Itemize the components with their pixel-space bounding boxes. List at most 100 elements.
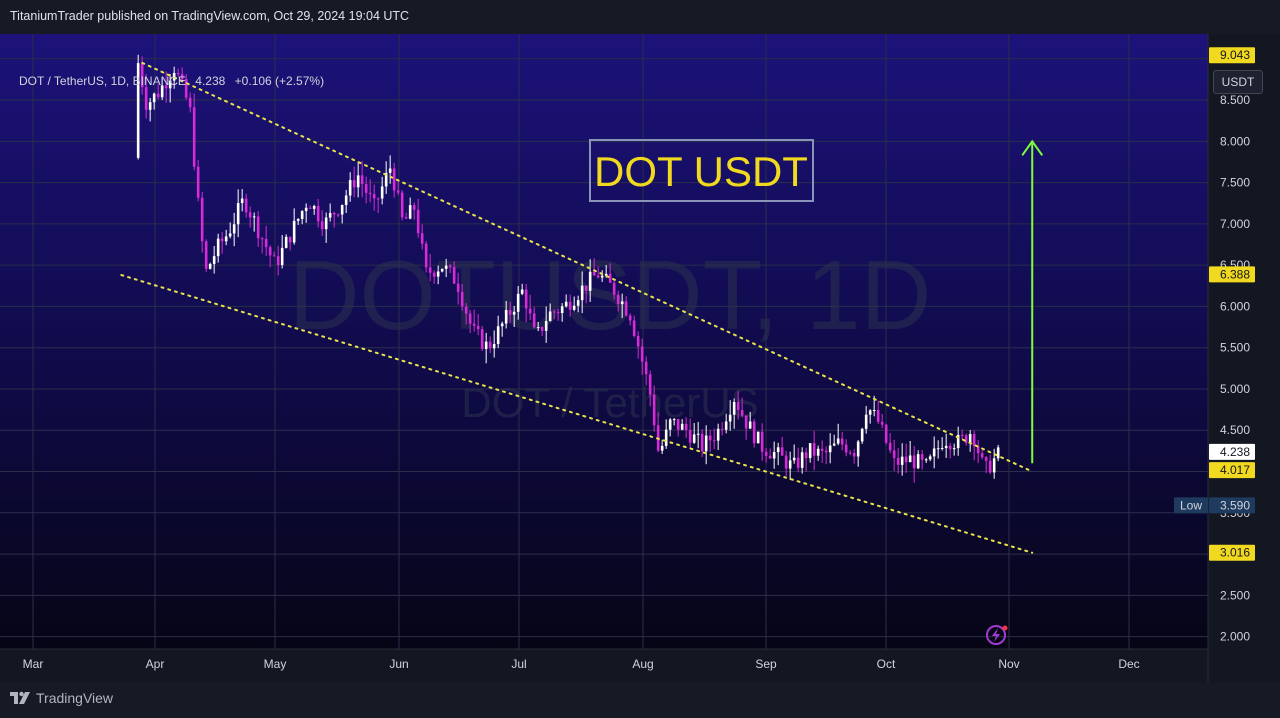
candle-body	[360, 175, 364, 185]
candle-body	[460, 291, 464, 307]
candle-body	[508, 310, 512, 315]
candle-body	[928, 456, 932, 460]
price-label-text: 4.017	[1220, 463, 1250, 477]
candle-body	[740, 410, 744, 416]
candle-body	[984, 457, 988, 461]
candle-body	[732, 401, 736, 415]
candle-body	[640, 346, 644, 362]
candle-body	[456, 283, 460, 292]
price-label-text: 4.238	[1220, 445, 1250, 459]
chart-area[interactable]: DOTUSDT, 1D DOT / TetherUS DOT USDT Mar Ap…	[0, 34, 1280, 682]
symbol-legend: DOT / TetherUS, 1D, BINANCE 4.238 +0.106…	[19, 74, 330, 88]
candle-body	[920, 454, 924, 460]
candle-body	[916, 454, 920, 469]
candle-body	[224, 236, 228, 242]
candle-body	[884, 424, 888, 443]
candle-body	[960, 434, 964, 436]
candle-body	[412, 205, 416, 210]
candle-body	[316, 205, 320, 222]
candle-body	[260, 238, 264, 240]
candle-body	[336, 214, 340, 216]
candle-body	[948, 445, 952, 450]
publisher-line: TitaniumTrader published on TradingView.…	[10, 9, 410, 23]
candle-body	[600, 275, 604, 278]
candle-body	[788, 460, 792, 469]
candle-body	[452, 267, 456, 284]
candle-body	[684, 423, 688, 431]
candle-body	[556, 312, 560, 314]
candle-body	[940, 448, 944, 450]
candle-body	[756, 431, 760, 444]
candle-body	[564, 301, 568, 307]
candle-body	[220, 238, 224, 242]
candle-body	[488, 341, 492, 349]
candle-body	[716, 428, 720, 441]
candle-body	[888, 442, 892, 451]
candle-body	[644, 361, 648, 375]
candle-body	[972, 434, 976, 447]
candle-body	[908, 455, 912, 463]
candle-body	[492, 344, 496, 349]
candle-body	[528, 308, 532, 314]
candle-body	[272, 255, 276, 257]
candle-body	[200, 197, 204, 242]
candle-body	[744, 415, 748, 429]
candle-body	[148, 102, 152, 110]
candle-body	[676, 419, 680, 430]
candle-body	[820, 448, 824, 451]
candle-body	[196, 166, 200, 198]
candle-body	[992, 458, 996, 473]
candle-body	[856, 441, 860, 457]
candle-body	[648, 374, 652, 395]
candle-body	[324, 217, 328, 230]
candle-body	[628, 315, 632, 321]
candle-body	[376, 198, 380, 200]
candle-body	[468, 313, 472, 324]
candle-body	[276, 256, 280, 266]
candle-body	[560, 306, 564, 314]
candle-body	[392, 168, 396, 191]
candle-body	[660, 445, 664, 451]
candle-body	[240, 198, 244, 204]
candle-body	[592, 271, 596, 276]
candle-body	[536, 327, 540, 329]
price-label-text: 6.388	[1220, 267, 1250, 281]
candle-body	[444, 265, 448, 269]
candle-body	[424, 243, 428, 268]
candle-body	[464, 306, 468, 314]
candle-body	[408, 205, 412, 219]
candle-body	[416, 209, 420, 234]
candle-body	[612, 282, 616, 295]
candle-body	[212, 256, 216, 264]
candle-body	[280, 247, 284, 266]
candle-body	[852, 452, 856, 457]
currency-button[interactable]: USDT	[1213, 70, 1263, 94]
candle-body	[700, 433, 704, 452]
candle-body	[804, 452, 808, 458]
candle-body	[432, 272, 436, 277]
candle-body	[872, 409, 876, 411]
candle-body	[912, 455, 916, 469]
tradingview-brand: TradingView	[36, 690, 114, 706]
candle-body	[616, 294, 620, 305]
price-label-text: 9.043	[1220, 48, 1250, 62]
candle-body	[588, 271, 592, 291]
candle-body	[388, 168, 392, 173]
candle-body	[668, 419, 672, 430]
candle-body	[880, 421, 884, 425]
candle-body	[932, 448, 936, 457]
candle-body	[688, 430, 692, 443]
watermark-description: DOT / TetherUS	[461, 379, 758, 426]
candle-body	[696, 433, 700, 435]
symbol-pair[interactable]: DOT / TetherUS, 1D, BINANCE	[19, 74, 186, 88]
candlestick-chart[interactable]: DOTUSDT, 1D DOT / TetherUS DOT USDT Mar Ap…	[0, 34, 1280, 682]
candle-body	[720, 428, 724, 430]
candle-body	[904, 456, 908, 463]
candle-body	[596, 275, 600, 278]
candle-body	[864, 414, 868, 429]
candle-body	[440, 268, 444, 272]
candle-body	[896, 457, 900, 465]
candle-body	[760, 431, 764, 452]
tradingview-logo[interactable]: TradingView	[10, 690, 113, 706]
candle-body	[792, 457, 796, 461]
